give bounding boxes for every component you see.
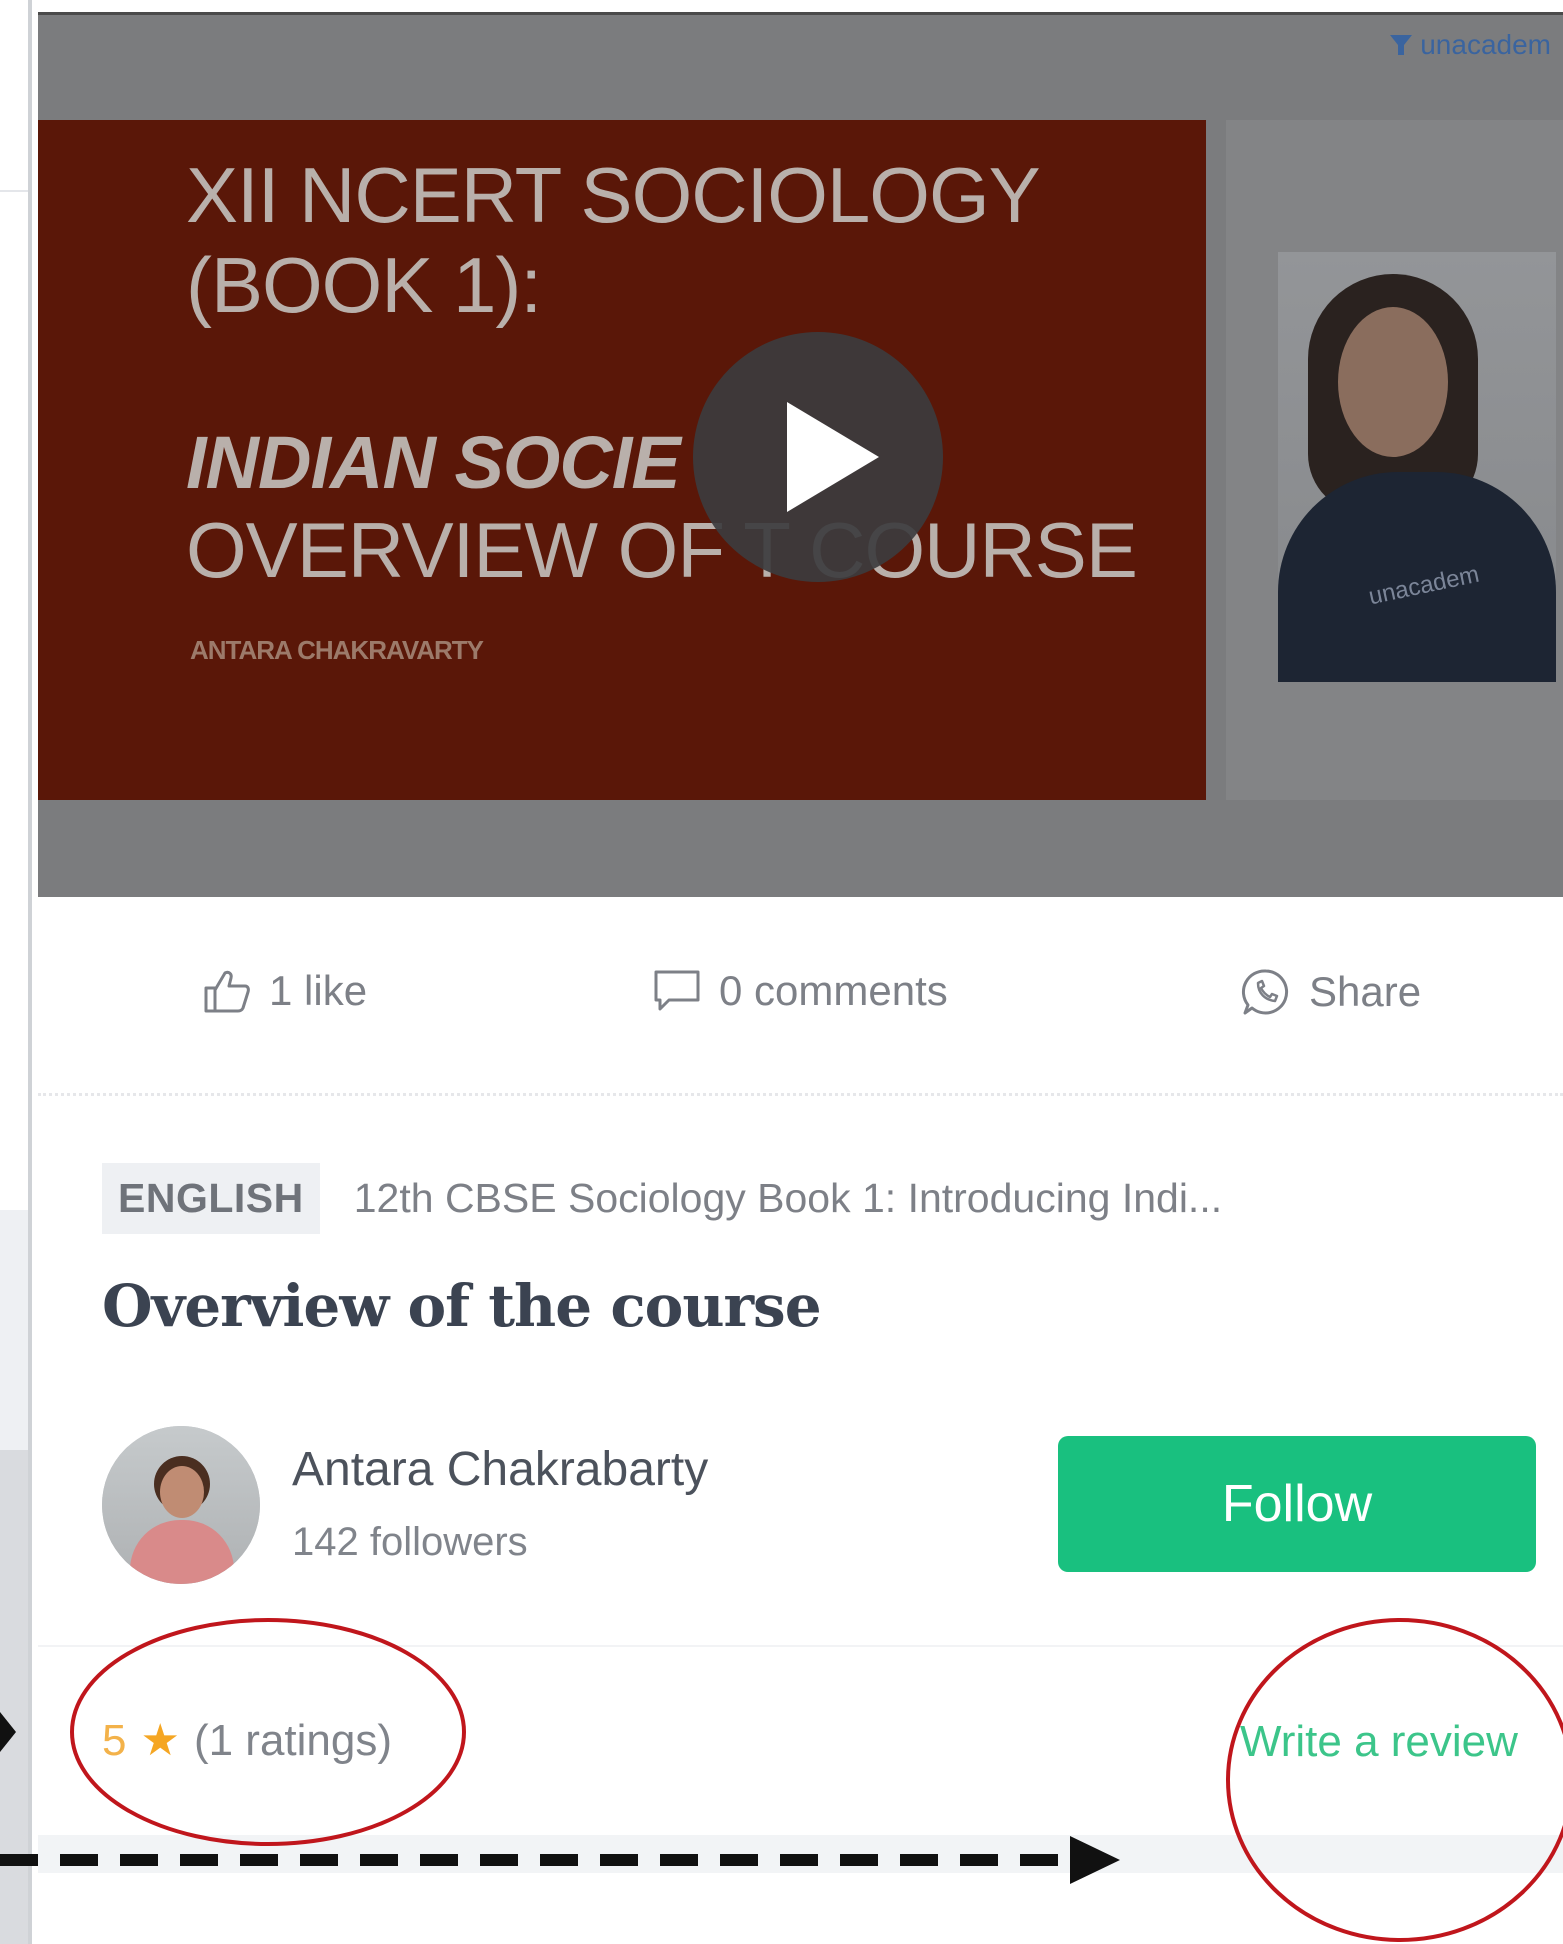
educator-card: Antara Chakrabarty 142 followers Follow <box>102 1426 1542 1586</box>
comments-count: 0 comments <box>719 967 948 1014</box>
video-player[interactable]: unacadem XII NCERT SOCIOLOGY (BOOK 1): I… <box>38 12 1563 897</box>
presenter-video: unacadem <box>1278 252 1556 682</box>
like-button[interactable]: 1 like <box>203 967 367 1015</box>
follow-button[interactable]: Follow <box>1058 1436 1536 1572</box>
educator-name[interactable]: Antara Chakrabarty <box>292 1442 708 1497</box>
lesson-tags: ENGLISH 12th CBSE Sociology Book 1: Intr… <box>102 1163 1222 1234</box>
annotation-circle-review <box>1226 1618 1563 1942</box>
slide-title-line2: (BOOK 1): <box>186 241 542 329</box>
comments-button[interactable]: 0 comments <box>653 967 948 1015</box>
slide-title-line3: INDIAN SOCIE <box>186 421 681 504</box>
action-bar: 1 like 0 comments Share <box>38 897 1563 1097</box>
video-slide: XII NCERT SOCIOLOGY (BOOK 1): INDIAN SOC… <box>38 120 1206 800</box>
whatsapp-icon <box>1241 969 1289 1015</box>
star-icon: ★ <box>140 1716 180 1765</box>
course-link[interactable]: 12th CBSE Sociology Book 1: Introducing … <box>354 1175 1222 1222</box>
like-count: 1 like <box>269 967 368 1014</box>
write-review-link[interactable]: Write a review <box>1240 1717 1518 1767</box>
slide-title-line4: OVERVIEW OF T COURSE <box>186 506 1138 594</box>
slide-author: ANTARA CHAKRAVARTY <box>190 635 484 665</box>
divider <box>38 1645 1563 1647</box>
avatar[interactable] <box>102 1426 260 1584</box>
rating-count: (1 ratings) <box>193 1715 393 1765</box>
divider <box>38 1093 1563 1096</box>
thumbs-up-icon <box>204 970 250 1013</box>
rating-summary: 5 ★ (1 ratings) <box>102 1715 392 1766</box>
left-panel-border <box>28 0 32 1944</box>
language-badge: ENGLISH <box>102 1163 320 1234</box>
rating-value: 5 <box>102 1715 127 1765</box>
brand-text: unacadem <box>1420 29 1551 60</box>
brand-watermark: unacadem <box>1388 29 1551 61</box>
play-icon[interactable] <box>693 332 943 582</box>
educator-followers: 142 followers <box>292 1520 528 1564</box>
presenter-pane: unacadem <box>1226 120 1563 800</box>
share-button[interactable]: Share <box>1241 967 1421 1017</box>
section-band <box>38 1835 1563 1873</box>
lesson-title: Overview of the course <box>102 1272 822 1340</box>
slide-title-line1: XII NCERT SOCIOLOGY <box>186 151 1041 239</box>
share-label: Share <box>1309 968 1422 1015</box>
comment-icon <box>654 970 700 1011</box>
unacademy-logo-icon <box>1390 35 1413 55</box>
left-panel-edge <box>0 0 32 1944</box>
